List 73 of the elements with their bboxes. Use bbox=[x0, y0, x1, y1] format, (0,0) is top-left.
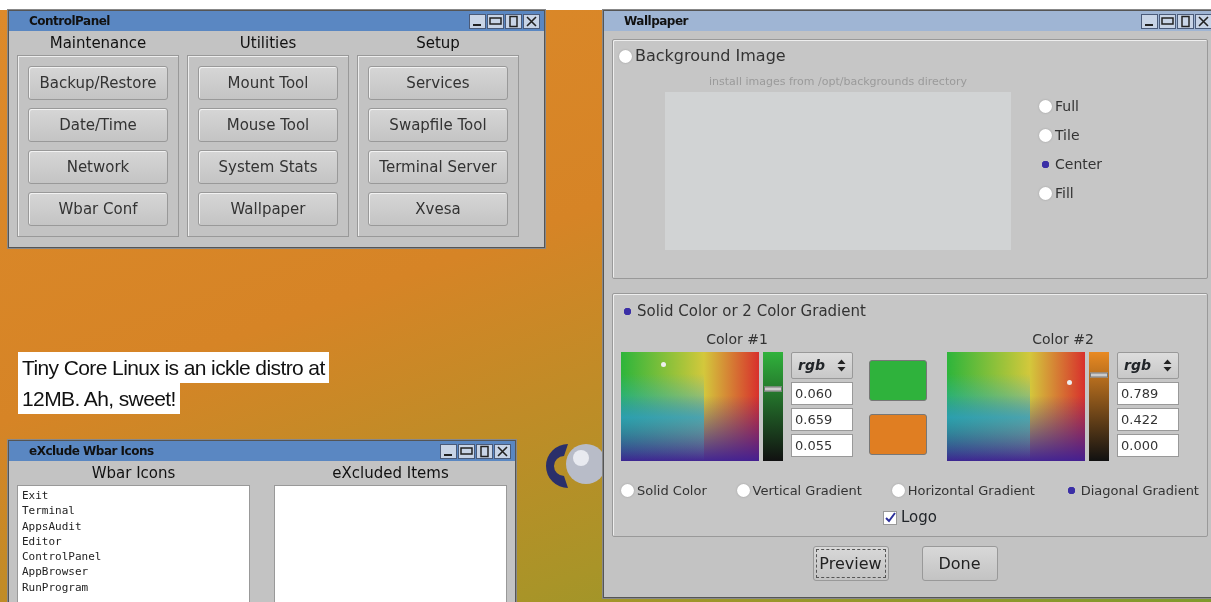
minimize-icon[interactable] bbox=[440, 443, 457, 459]
radio-button[interactable]: Background Image bbox=[619, 44, 786, 68]
color-swatch[interactable] bbox=[869, 359, 927, 401]
window-title: ControlPanel bbox=[29, 13, 110, 30]
value-field[interactable]: 0.659 bbox=[791, 407, 853, 431]
tool-button[interactable]: Terminal Server bbox=[368, 150, 508, 184]
color-picker[interactable] bbox=[947, 351, 1085, 461]
shade-icon[interactable] bbox=[487, 13, 504, 29]
group-heading: Setup bbox=[415, 33, 461, 54]
radio-button[interactable]: Fill bbox=[1039, 182, 1103, 204]
shade-icon[interactable] bbox=[458, 443, 475, 459]
mode-select[interactable]: rgb bbox=[791, 351, 853, 379]
list-item[interactable]: Exit bbox=[22, 488, 245, 504]
color-picker[interactable] bbox=[621, 351, 759, 461]
radio-button[interactable]: Solid Color bbox=[621, 480, 707, 501]
maximize-icon[interactable] bbox=[1177, 13, 1194, 29]
tool-button[interactable]: Mouse Tool bbox=[198, 108, 338, 142]
tool-button[interactable]: Swapfile Tool bbox=[368, 108, 508, 142]
value-slider[interactable] bbox=[1089, 351, 1109, 461]
list-item[interactable]: AppsAudit bbox=[22, 518, 245, 534]
list-heading: Wbar Icons bbox=[90, 463, 177, 484]
value-field[interactable]: 0.055 bbox=[791, 433, 853, 457]
close-icon[interactable] bbox=[523, 13, 540, 29]
checkmark-icon bbox=[884, 512, 896, 523]
tool-button[interactable]: Mount Tool bbox=[198, 66, 338, 100]
group-heading: Maintenance bbox=[48, 33, 148, 54]
color-label: Color #2 bbox=[1031, 329, 1095, 349]
caption-text: Tiny Core Linux is an ickle distro at bbox=[18, 352, 329, 383]
list-item[interactable]: RunProgram bbox=[22, 579, 245, 596]
shade-icon[interactable] bbox=[1159, 13, 1176, 29]
mode-select[interactable]: rgb bbox=[1117, 351, 1179, 379]
maximize-icon[interactable] bbox=[505, 13, 522, 29]
radio-button[interactable]: Solid Color or 2 Color Gradient bbox=[621, 300, 866, 323]
updown-icon bbox=[1163, 358, 1172, 372]
list-item[interactable]: ControlPanel bbox=[22, 549, 245, 565]
preview-button[interactable]: Preview bbox=[812, 546, 889, 581]
logo-checkbox[interactable]: Logo bbox=[883, 506, 937, 529]
close-icon[interactable] bbox=[494, 443, 511, 459]
window-title: Wallpaper bbox=[624, 13, 688, 30]
tool-button[interactable]: Network bbox=[28, 150, 168, 184]
radio-button[interactable]: Diagonal Gradient bbox=[1064, 480, 1199, 501]
tool-button[interactable]: Backup/Restore bbox=[28, 66, 168, 100]
tool-button[interactable]: Xvesa bbox=[368, 192, 508, 226]
done-button[interactable]: Done bbox=[921, 546, 998, 581]
color-label: Color #1 bbox=[705, 329, 769, 349]
minimize-icon[interactable] bbox=[1141, 13, 1158, 29]
value-field[interactable]: 0.422 bbox=[1117, 407, 1179, 431]
maximize-icon[interactable] bbox=[476, 443, 493, 459]
tool-button[interactable]: Wallpaper bbox=[198, 192, 338, 226]
tool-button[interactable]: Services bbox=[368, 66, 508, 100]
tool-button[interactable]: System Stats bbox=[198, 150, 338, 184]
updown-icon bbox=[837, 358, 846, 372]
caption-text: 12MB. Ah, sweet! bbox=[18, 383, 180, 414]
minimize-icon[interactable] bbox=[469, 13, 486, 29]
value-field[interactable]: 0.060 bbox=[791, 381, 853, 405]
value-slider[interactable] bbox=[763, 351, 783, 461]
value-field[interactable]: 0.789 bbox=[1117, 381, 1179, 405]
close-icon[interactable] bbox=[1195, 13, 1211, 29]
tool-button[interactable]: Date/Time bbox=[28, 108, 168, 142]
radio-button[interactable]: Tile bbox=[1039, 124, 1103, 146]
list-heading: eXcluded Items bbox=[331, 463, 450, 484]
value-field[interactable]: 0.000 bbox=[1117, 433, 1179, 457]
list-item[interactable]: AppBrowser bbox=[22, 564, 245, 580]
color-swatch[interactable] bbox=[869, 413, 927, 455]
radio-button[interactable]: Vertical Gradient bbox=[736, 480, 862, 501]
list-item[interactable]: Editor bbox=[22, 533, 245, 550]
radio-button[interactable]: Center bbox=[1039, 153, 1103, 175]
list-item[interactable]: Terminal bbox=[22, 503, 245, 519]
radio-button[interactable]: Horizontal Gradient bbox=[891, 480, 1035, 501]
tool-button[interactable]: Wbar Conf bbox=[28, 192, 168, 226]
radio-button[interactable]: Full bbox=[1039, 95, 1103, 117]
group-heading: Utilities bbox=[238, 33, 298, 54]
window-title: eXclude Wbar Icons bbox=[29, 443, 154, 460]
